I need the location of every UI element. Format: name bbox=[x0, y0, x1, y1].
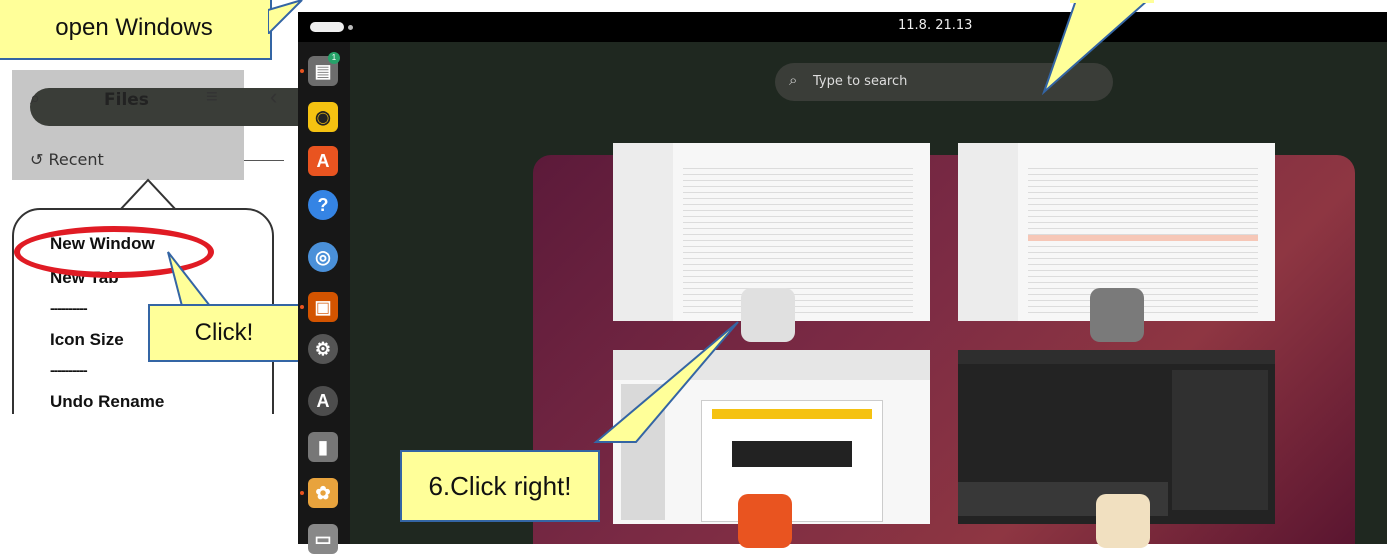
running-indicator bbox=[300, 69, 304, 73]
tool-panel bbox=[1172, 370, 1268, 510]
clock-history-icon: ↺ bbox=[30, 150, 44, 169]
click-callout: Click! bbox=[148, 304, 300, 362]
click-right-callout: 6.Click right! bbox=[400, 450, 600, 522]
folder-icon bbox=[1090, 288, 1144, 342]
files-title: Files bbox=[104, 90, 149, 110]
chromium-icon[interactable]: ◎ bbox=[308, 242, 338, 272]
click-right-callout-pointer bbox=[593, 321, 739, 443]
software-updater-icon[interactable]: A bbox=[308, 386, 338, 416]
back-chevron-icon[interactable]: ‹ bbox=[270, 84, 277, 110]
workspace-indicator[interactable] bbox=[348, 25, 353, 30]
slide-image bbox=[732, 441, 852, 467]
click-callout-pointer bbox=[167, 251, 213, 307]
popover-arrow bbox=[118, 178, 178, 212]
file-list bbox=[683, 163, 913, 313]
usb-drive-icon[interactable]: ▮ bbox=[308, 432, 338, 462]
trash-icon[interactable]: ▭ bbox=[308, 524, 338, 554]
usb-drive-icon bbox=[741, 288, 795, 342]
notification-badge: 1 bbox=[328, 52, 340, 64]
settings-icon[interactable]: ⚙ bbox=[308, 334, 338, 364]
menu-separator: ---------- bbox=[50, 362, 88, 378]
popup-cutoff bbox=[0, 414, 296, 544]
menu-separator: ---------- bbox=[50, 300, 88, 316]
running-indicator bbox=[300, 491, 304, 495]
files-header-panel: ⌕ Files ≡ ↺ Recent bbox=[12, 70, 368, 180]
impress-icon[interactable]: ▣ bbox=[308, 292, 338, 322]
app-center-icon[interactable]: A bbox=[308, 146, 338, 176]
dock: ▤ 1 ◉ A ? ◎ ▣ ⚙ A ▮ ✿ ▭ bbox=[298, 42, 350, 554]
image-viewer-icon[interactable]: ✿ bbox=[308, 478, 338, 508]
menu-item-undo-rename[interactable]: Undo Rename bbox=[50, 392, 164, 412]
running-indicator bbox=[300, 305, 304, 309]
selected-row bbox=[1028, 235, 1258, 241]
sidebar bbox=[613, 143, 673, 321]
impress-app-icon bbox=[738, 494, 792, 548]
toolbar bbox=[958, 350, 1275, 364]
menu-item-icon-size[interactable]: Icon Size bbox=[50, 330, 124, 350]
divider bbox=[244, 160, 284, 161]
rhythmbox-icon[interactable]: ◉ bbox=[308, 102, 338, 132]
help-icon[interactable]: ? bbox=[308, 190, 338, 220]
recent-label: Recent bbox=[48, 150, 104, 169]
search-icon: ⌕ bbox=[789, 72, 798, 89]
top-bar: 11.8. 21.13 bbox=[298, 12, 1387, 42]
search-placeholder: Type to search bbox=[813, 74, 908, 89]
image-viewer-app-icon bbox=[1096, 494, 1150, 548]
search-callout-pointer bbox=[1041, 0, 1154, 96]
clock[interactable]: 11.8. 21.13 bbox=[898, 18, 972, 33]
click-right-callout-text: 6.Click right! bbox=[428, 470, 572, 501]
open-windows-callout-text: open Windows bbox=[55, 14, 213, 41]
activities-button[interactable] bbox=[310, 22, 344, 32]
open-windows-callout: open Windows bbox=[0, 0, 272, 60]
hamburger-menu-icon[interactable]: ≡ bbox=[206, 86, 218, 109]
click-callout-text: Click! bbox=[194, 319, 254, 346]
recent-item[interactable]: ↺ Recent bbox=[30, 150, 104, 169]
sidebar bbox=[958, 143, 1018, 321]
